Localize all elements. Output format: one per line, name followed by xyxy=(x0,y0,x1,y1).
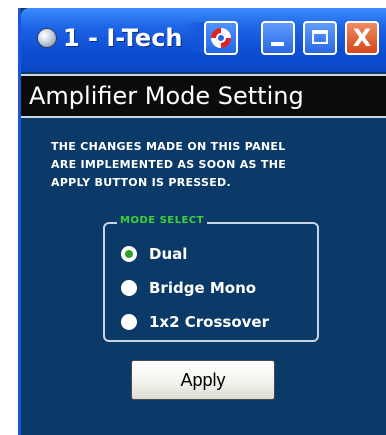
panel-title: Amplifier Mode Setting xyxy=(29,82,304,110)
mode-select-legend: MODE SELECT xyxy=(117,215,207,226)
apply-button[interactable]: Apply xyxy=(131,360,275,400)
panel-header: Amplifier Mode Setting xyxy=(21,74,386,118)
mode-option-bridge-mono[interactable]: Bridge Mono xyxy=(121,276,256,300)
minimize-button[interactable] xyxy=(261,21,295,55)
radio-selected-icon[interactable] xyxy=(121,246,137,262)
mode-select-group: MODE SELECT Dual Bridge Mono 1x2 Crossov… xyxy=(103,215,319,342)
close-button[interactable]: X xyxy=(345,21,379,55)
radio-unselected-icon[interactable] xyxy=(121,314,137,330)
title-bar[interactable]: 1 - I-Tech X xyxy=(21,8,386,72)
mode-option-label: Bridge Mono xyxy=(149,279,257,297)
mode-option-1x2-crossover[interactable]: 1x2 Crossover xyxy=(121,310,269,334)
window-title: 1 - I-Tech xyxy=(63,24,183,52)
mode-option-label: Dual xyxy=(149,245,188,263)
title-overflow-fade xyxy=(186,22,206,52)
mode-option-dual[interactable]: Dual xyxy=(121,242,187,266)
help-button[interactable] xyxy=(204,21,238,55)
mode-option-label: 1x2 Crossover xyxy=(149,313,269,331)
maximize-button[interactable] xyxy=(303,21,337,55)
help-lifebuoy-icon xyxy=(211,28,231,48)
apply-notice-text: THE CHANGES MADE ON THIS PANEL ARE IMPLE… xyxy=(51,140,287,189)
app-orb-icon xyxy=(37,28,57,48)
close-icon: X xyxy=(352,24,372,52)
minimize-icon xyxy=(271,42,284,46)
maximize-icon xyxy=(312,30,328,44)
app-window: 1 - I-Tech X Amplifier Mode Setting THE … xyxy=(18,8,386,435)
radio-unselected-icon[interactable] xyxy=(121,280,137,296)
